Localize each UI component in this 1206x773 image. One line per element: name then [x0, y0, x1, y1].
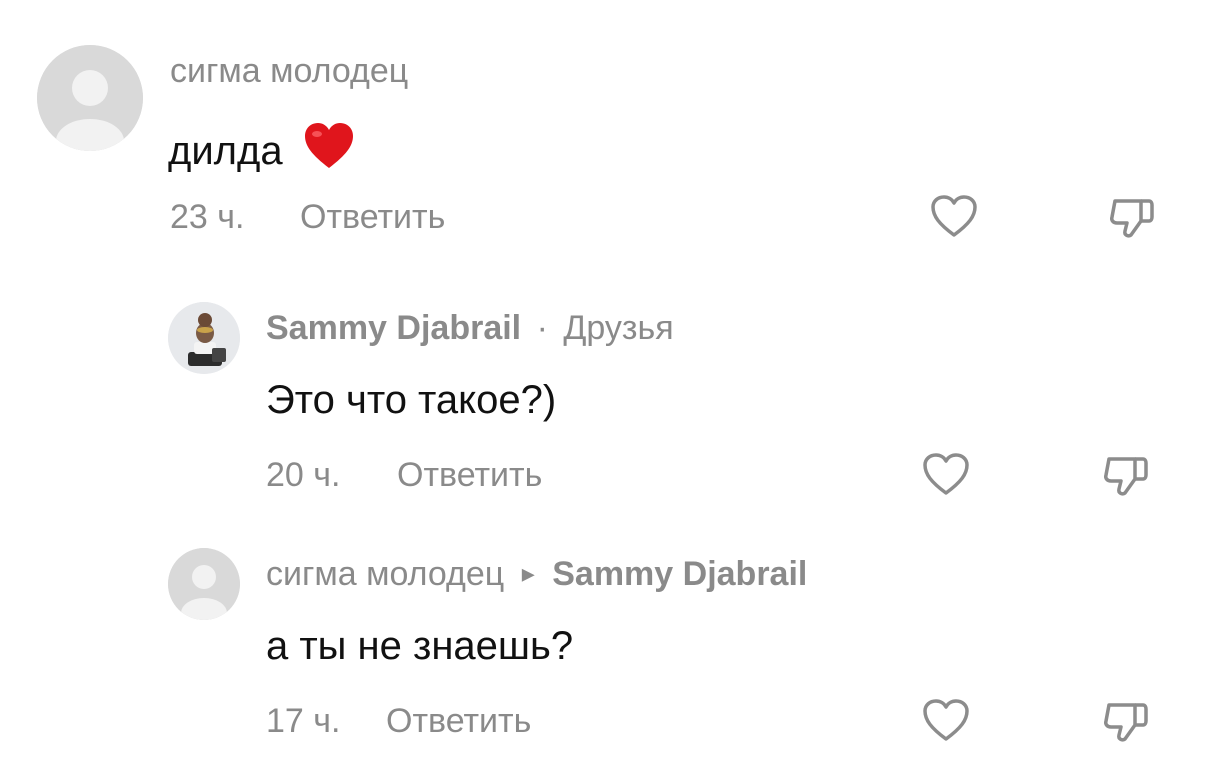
heart-outline-icon [923, 699, 969, 741]
dislike-button[interactable] [1100, 694, 1152, 746]
like-button[interactable] [920, 694, 972, 746]
comment-text: а ты не знаешь? [266, 624, 574, 668]
comment-author[interactable]: сигма молодец [266, 555, 504, 593]
comment-author-line: сигма молодец ▸ Sammy Djabrail [266, 555, 807, 594]
reply-to-author[interactable]: Sammy Djabrail [552, 555, 807, 593]
user-placeholder-icon [168, 548, 240, 620]
reply-button[interactable]: Ответить [386, 702, 531, 741]
comment-timestamp: 17 ч. [266, 702, 341, 740]
thumbs-down-outline-icon [1104, 703, 1148, 742]
reply-arrow-icon: ▸ [521, 558, 535, 588]
comment-3: сигма молодец ▸ Sammy Djabrail а ты не з… [0, 0, 1206, 773]
default-avatar[interactable] [168, 548, 240, 620]
